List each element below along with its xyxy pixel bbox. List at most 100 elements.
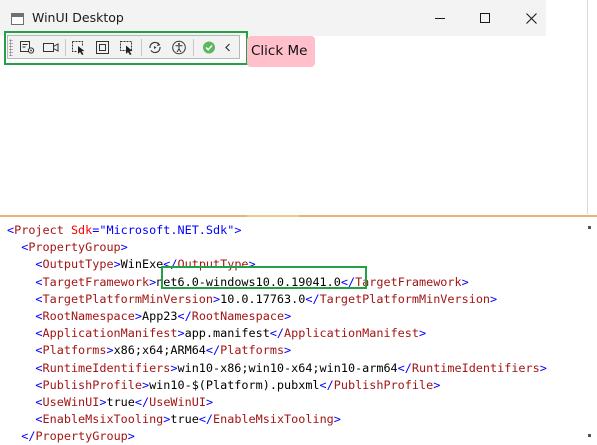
xml-text — [7, 361, 35, 375]
xml-text — [7, 326, 35, 340]
xml-text: App23 — [141, 308, 178, 323]
xml-tag-name: RuntimeIdentifiers — [411, 360, 540, 375]
xml-delimiter: > — [177, 326, 185, 341]
xml-tag-name: PropertyGroup — [28, 240, 121, 255]
xml-text: 10.0.17763.0 — [220, 291, 306, 306]
code-line: <TargetPlatformMinVersion>10.0.17763.0</… — [7, 291, 547, 308]
xml-delimiter: </ — [205, 343, 221, 358]
xml-tag-name: PropertyGroup — [35, 429, 128, 444]
xml-delimiter: </ — [305, 291, 320, 306]
xml-delimiter: </ — [21, 429, 36, 444]
xml-tag-name: PublishProfile — [42, 377, 142, 392]
xml-delimiter: < — [35, 394, 43, 409]
code-line: <PublishProfile>win10-$(Platform).pubxml… — [7, 377, 547, 394]
close-icon — [526, 13, 537, 24]
xml-tag-name: PublishProfile — [333, 377, 434, 392]
xml-tag-name: RootNamespace — [42, 308, 135, 323]
xml-delimiter: > — [539, 360, 547, 375]
xml-delimiter: > — [433, 377, 441, 392]
code-line: <UseWinUI>true</UseWinUI> — [7, 394, 547, 411]
xml-text — [7, 275, 35, 289]
xml-text — [7, 429, 21, 443]
xml-text: true — [170, 412, 199, 427]
xml-delimiter: < — [35, 274, 43, 289]
xml-editor[interactable]: <Project Sdk="Microsoft.NET.Sdk"> <Prope… — [0, 215, 597, 444]
xml-tag-name: ApplicationManifest — [42, 326, 178, 341]
editor-accent-bar — [247, 215, 299, 217]
xml-tag-name: RuntimeIdentifiers — [42, 360, 171, 375]
code-line: <Project Sdk="Microsoft.NET.Sdk"> — [7, 222, 547, 239]
xml-delimiter: > — [284, 308, 292, 323]
xml-text: WinExe — [120, 257, 164, 272]
xml-delimiter: < — [35, 343, 43, 358]
minimize-button[interactable] — [416, 0, 462, 36]
xml-delimiter: < — [35, 326, 43, 341]
scrollbar-marker — [588, 226, 591, 229]
xml-text: x86;x64;ARM64 — [113, 343, 206, 358]
xml-text: win10-x86;win10-x64;win10-arm64 — [177, 360, 398, 375]
xml-tag-name: Platforms — [42, 343, 107, 358]
window-title: WinUI Desktop — [32, 10, 124, 25]
xml-text: app.manifest — [184, 326, 270, 341]
xml-delimiter: </ — [177, 308, 192, 323]
xml-delimiter: > — [419, 326, 427, 341]
xml-delimiter: </ — [397, 360, 412, 375]
xml-tag-name: UseWinUI — [42, 394, 100, 409]
scrollbar-marker — [588, 434, 591, 437]
xml-delimiter: > — [284, 343, 292, 358]
xml-text — [7, 240, 21, 254]
xml-delimiter: < — [35, 257, 43, 272]
code-line: </PropertyGroup> — [7, 428, 547, 445]
xml-text: win10-$(Platform).pubxml — [149, 377, 320, 392]
code-line: <Platforms>x86;x64;ARM64</Platforms> — [7, 342, 547, 359]
xml-delimiter: > — [461, 274, 469, 289]
code-line: <RootNamespace>App23</RootNamespace> — [7, 308, 547, 325]
xml-attribute-value: Microsoft.NET.Sdk — [106, 223, 228, 237]
xml-tag-name: TargetPlatformMinVersion — [319, 291, 491, 306]
xml-delimiter: > — [127, 429, 135, 444]
xml-attribute: Sdk — [70, 223, 93, 237]
click-me-button[interactable]: Click Me — [247, 36, 315, 67]
xml-delimiter: > — [106, 343, 114, 358]
code-line: <PropertyGroup> — [7, 239, 547, 256]
xml-delimiter: </ — [134, 394, 150, 409]
xml-text — [7, 395, 35, 409]
xml-tag-name: EnableMsixTooling — [42, 412, 164, 427]
xml-text — [7, 292, 35, 306]
xml-text — [7, 257, 35, 271]
project-file-code: <Project Sdk="Microsoft.NET.Sdk"> <Prope… — [7, 222, 547, 445]
xml-delimiter: < — [35, 412, 43, 427]
xml-delimiter: > — [205, 394, 214, 409]
xml-text — [7, 378, 35, 392]
xml-text — [7, 343, 35, 357]
xml-tag-name: EnableMsixTooling — [213, 412, 334, 427]
maximize-button[interactable] — [462, 0, 508, 36]
xml-delimiter: </ — [198, 412, 214, 427]
code-line: <RuntimeIdentifiers>win10-x86;win10-x64;… — [7, 360, 547, 377]
xml-delimiter: > — [141, 377, 150, 392]
xml-text — [7, 412, 35, 426]
xml-delimiter: =" — [92, 223, 107, 237]
code-line: <ApplicationManifest>app.manifest</Appli… — [7, 325, 547, 342]
xml-tag-name: TargetPlatformMinVersion — [42, 291, 213, 306]
xml-tag-name: Project — [14, 223, 64, 237]
app-window: WinUI Desktop Click Me — [0, 0, 588, 214]
xml-delimiter: < — [35, 308, 43, 323]
app-window-icon — [11, 13, 24, 25]
xml-delimiter: > — [134, 308, 142, 323]
close-button[interactable] — [508, 0, 554, 36]
target-framework-highlight-box — [161, 266, 367, 289]
xml-tag-name: ApplicationManifest — [284, 326, 419, 341]
toolbar-highlight-box — [4, 31, 248, 65]
xml-tag-name: RootNamespace — [191, 308, 285, 323]
xml-delimiter: > — [113, 257, 121, 272]
xml-tag-name: Platforms — [220, 343, 285, 358]
xml-delimiter: < — [35, 291, 43, 306]
xml-delimiter: > — [490, 291, 498, 306]
xml-delimiter: < — [35, 360, 43, 375]
xml-delimiter: > — [333, 412, 341, 427]
xml-delimiter: </ — [319, 377, 334, 392]
xml-delimiter: "> — [227, 223, 242, 237]
xml-text: true — [106, 394, 135, 409]
xml-delimiter: </ — [269, 326, 285, 341]
